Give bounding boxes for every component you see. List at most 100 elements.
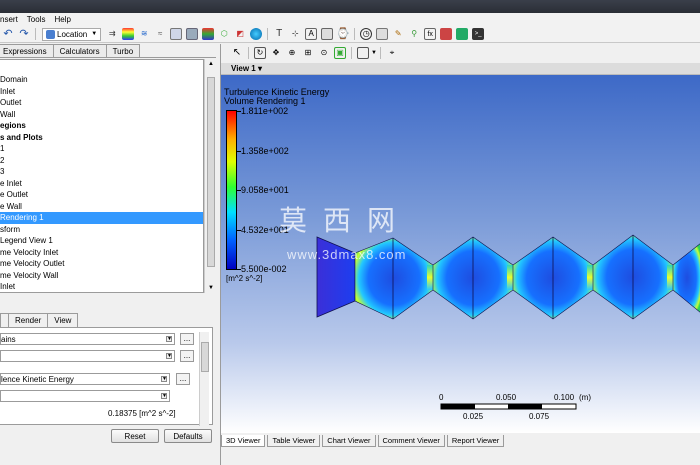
streamline-icon[interactable]: ≋ (138, 28, 150, 40)
zoom-box-icon[interactable]: ⊞ (302, 47, 314, 59)
toolbar-separator (379, 47, 381, 59)
zoom-fit-icon[interactable]: ⊙ (318, 47, 330, 59)
scale-label: 0.025 (463, 412, 484, 421)
tab-render[interactable]: Render (8, 313, 49, 327)
tree-item[interactable]: e Wall (0, 201, 203, 213)
mesh-calculator-icon[interactable] (456, 28, 469, 40)
location-button[interactable]: Location ▼ (42, 27, 102, 41)
tree-item[interactable]: 2 (0, 155, 203, 167)
domains-select[interactable]: ains ▼ (0, 333, 175, 345)
probe-point-icon[interactable]: ⌖ (386, 47, 398, 59)
timestep-icon[interactable]: ◷ (360, 28, 373, 40)
chevron-down-icon[interactable]: ▼ (371, 50, 377, 56)
tree-item[interactable]: e Outlet (0, 189, 203, 201)
tree-item[interactable]: me Velocity Outlet (0, 258, 203, 270)
view-bar: View 1 ▾ (221, 63, 700, 75)
scroll-thumb[interactable] (207, 77, 215, 267)
viewport-layout-icon[interactable] (357, 47, 369, 59)
macro-calculator-icon[interactable] (440, 28, 453, 40)
tab-turbo[interactable]: Turbo (105, 44, 141, 57)
locations-select[interactable]: ▼ (0, 350, 175, 362)
variable-select[interactable]: lence Kinetic Energy ▼ (0, 373, 170, 385)
quick-edit-icon[interactable]: ✎ (392, 28, 404, 40)
function-calculator-icon[interactable]: fx (424, 28, 437, 40)
scale-bar (440, 403, 577, 410)
menu-insert[interactable]: nsert (0, 15, 27, 24)
scroll-down-icon[interactable]: ▼ (205, 283, 217, 293)
scale-units: (m) (579, 393, 591, 402)
fit-view-icon[interactable]: ▣ (334, 47, 346, 59)
zoom-icon[interactable]: ⊕ (286, 47, 298, 59)
text-icon[interactable]: T (273, 28, 285, 40)
tab-report-viewer[interactable]: Report Viewer (446, 435, 505, 447)
contour-icon[interactable] (122, 28, 135, 40)
legend-icon[interactable] (202, 28, 215, 40)
menu-bar: nsert Tools Help (0, 13, 700, 26)
tree-item[interactable]: e Inlet (0, 178, 203, 190)
isosurface-icon[interactable] (186, 28, 199, 40)
range-select[interactable]: ▼ (0, 390, 170, 402)
tree-item-selected[interactable]: Rendering 1 (0, 212, 203, 224)
scroll-up-icon[interactable]: ▲ (205, 59, 217, 69)
menu-tools[interactable]: Tools (25, 15, 55, 24)
tree-item[interactable]: Wall (0, 109, 203, 121)
main-toolbar: ↶ ↷ Location ▼ ⇉ ≋ ≈ ⬡ ◩ T ⊹ A ⌚ ◷ ✎ ⚲ f… (0, 26, 700, 43)
command-editor-icon[interactable]: >_ (472, 28, 485, 40)
vector-icon[interactable]: ⇉ (106, 28, 118, 40)
locations-browse-button[interactable]: ... (180, 350, 194, 362)
3d-viewport[interactable]: Turbulence Kinetic Energy Volume Renderi… (221, 75, 700, 433)
tab-3d-viewer[interactable]: 3D Viewer (221, 435, 266, 447)
undo-icon[interactable]: ↶ (2, 28, 14, 40)
defaults-button[interactable]: Defaults (164, 429, 212, 443)
particle-track-icon[interactable]: ≈ (154, 28, 166, 40)
coordinate-frame-icon[interactable]: ⊹ (289, 28, 301, 40)
tab-view[interactable]: View (47, 313, 79, 327)
annotation-icon[interactable]: A (305, 28, 318, 40)
variable-browse-button[interactable]: ... (176, 373, 190, 385)
tree-item[interactable]: egions (0, 120, 203, 132)
chevron-down-icon: ▼ (166, 353, 172, 359)
watermark: 莫西网 (279, 204, 412, 237)
redo-icon[interactable]: ↷ (18, 28, 30, 40)
domains-browse-button[interactable]: ... (180, 333, 194, 345)
instance-transform-icon[interactable]: ⬡ (218, 28, 230, 40)
toolbar-separator (351, 47, 352, 59)
clock-icon[interactable]: ⌚ (336, 28, 350, 40)
tab-calculators[interactable]: Calculators (52, 44, 107, 57)
left-panel: Expressions Calculators Turbo Domain Inl… (0, 44, 216, 465)
tree-item[interactable]: 3 (0, 166, 203, 178)
tree-item[interactable]: s and Plots (0, 132, 203, 144)
tree-item[interactable]: Inlet (0, 86, 203, 98)
image-icon[interactable] (321, 28, 334, 40)
tree-item[interactable]: Legend View 1 (0, 235, 203, 247)
tree-item[interactable]: me Velocity Inlet (0, 247, 203, 259)
menu-help[interactable]: Help (52, 15, 79, 24)
tree-item[interactable]: 1 (0, 143, 203, 155)
tab-chart-viewer[interactable]: Chart Viewer (322, 435, 376, 447)
animation-icon[interactable] (376, 28, 389, 40)
tree-item[interactable]: Inlet (0, 281, 203, 292)
tree-scrollbar[interactable]: ▲ ▼ (204, 59, 216, 293)
clip-plane-icon[interactable]: ◩ (234, 28, 246, 40)
volume-render-icon[interactable] (170, 28, 183, 40)
tree-item[interactable]: Outlet (0, 97, 203, 109)
tree-item[interactable]: me Velocity Wall (0, 270, 203, 282)
tree-item[interactable]: Domain (0, 74, 203, 86)
view-selector[interactable]: View 1 ▾ (231, 64, 262, 73)
rotate-icon[interactable]: ↻ (254, 47, 266, 59)
tab-table-viewer[interactable]: Table Viewer (267, 435, 321, 447)
details-scrollbar[interactable] (199, 332, 209, 426)
reset-button[interactable]: Reset (111, 429, 159, 443)
select-icon[interactable]: ↖ (231, 47, 243, 59)
tab-comment-viewer[interactable]: Comment Viewer (377, 435, 445, 447)
value-readout: 0.18375 [m^2 s^-2] (108, 409, 176, 418)
scroll-thumb[interactable] (201, 342, 209, 372)
chevron-down-icon: ▼ (166, 336, 172, 342)
tab-expressions[interactable]: Expressions (0, 44, 54, 57)
tree-item[interactable]: sform (0, 224, 203, 236)
pan-icon[interactable]: ✥ (270, 47, 282, 59)
color-map-icon[interactable] (250, 28, 263, 40)
probe-icon[interactable]: ⚲ (408, 28, 420, 40)
viewer-tabs: 3D Viewer Table Viewer Chart Viewer Comm… (221, 435, 506, 447)
